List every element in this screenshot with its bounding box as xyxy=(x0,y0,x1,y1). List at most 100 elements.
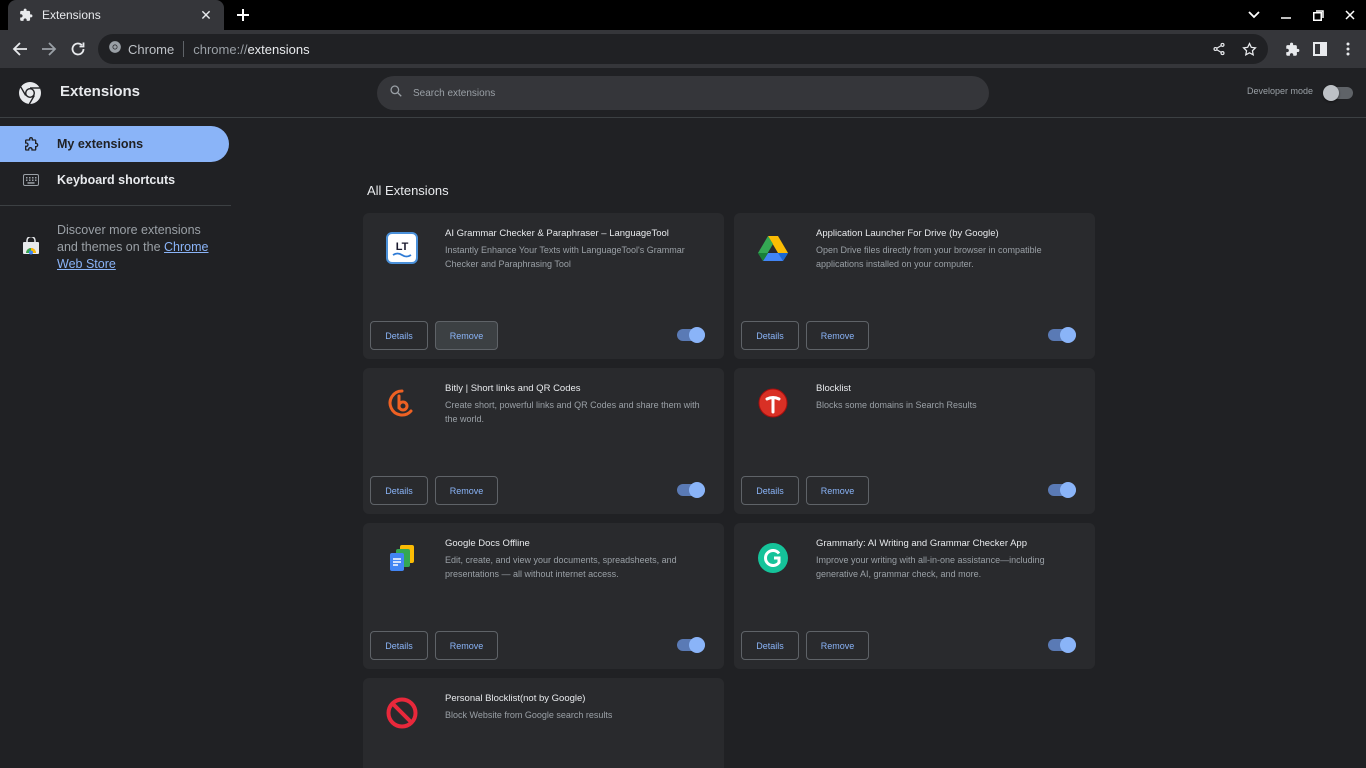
extension-description: Create short, powerful links and QR Code… xyxy=(445,400,700,424)
chrome-web-store-link[interactable]: Chrome xyxy=(164,240,208,254)
tab-strip: Extensions ✕ xyxy=(0,0,1366,30)
back-button[interactable] xyxy=(6,35,34,63)
toggle-knob xyxy=(689,637,705,653)
sidebar: My extensions Keyboard shortcuts Discove… xyxy=(0,118,232,271)
extension-enable-toggle[interactable] xyxy=(677,637,705,653)
toggle-knob xyxy=(689,327,705,343)
extension-enable-toggle[interactable] xyxy=(677,327,705,343)
search-input[interactable] xyxy=(413,87,953,99)
url-scheme: chrome:// xyxy=(193,41,248,57)
extension-name: AI Grammar Checker & Paraphraser – Langu… xyxy=(445,228,669,239)
omnibox-actions xyxy=(1202,36,1262,62)
discover-text: Discover more extensions and themes on t… xyxy=(57,222,222,273)
minimize-button[interactable] xyxy=(1270,0,1302,30)
puzzle-icon xyxy=(18,7,34,23)
sidebar-item-my-extensions[interactable]: My extensions xyxy=(0,126,229,162)
details-button[interactable]: Details xyxy=(370,321,428,350)
languagetool-icon: LT xyxy=(385,231,419,265)
extension-description: Blocks some domains in Search Results xyxy=(816,400,977,410)
details-button[interactable]: Details xyxy=(741,631,799,660)
details-button[interactable]: Details xyxy=(741,476,799,505)
minimize-icon xyxy=(1281,17,1291,19)
toggle-knob xyxy=(1060,482,1076,498)
extension-card: Application Launcher For Drive (by Googl… xyxy=(734,213,1095,359)
google-docs-offline-icon xyxy=(385,541,419,575)
more-vert-icon xyxy=(1346,42,1350,56)
chrome-logo-icon xyxy=(18,81,42,105)
bookmark-button[interactable] xyxy=(1236,36,1262,62)
star-icon xyxy=(1241,41,1257,56)
side-panel-icon xyxy=(1313,42,1327,56)
prohibited-icon xyxy=(385,696,419,730)
extensions-button[interactable] xyxy=(1278,35,1306,63)
share-button[interactable] xyxy=(1206,36,1232,62)
restore-icon xyxy=(1312,9,1324,21)
extension-card: Grammarly: AI Writing and Grammar Checke… xyxy=(734,523,1095,669)
extension-card: Google Docs Offline Edit, create, and vi… xyxy=(363,523,724,669)
blocklist-icon xyxy=(756,386,790,420)
omnibox-divider xyxy=(183,41,185,57)
share-icon xyxy=(1213,42,1225,56)
remove-button[interactable]: Remove xyxy=(435,321,498,350)
remove-button[interactable]: Remove xyxy=(435,631,498,660)
remove-button[interactable]: Remove xyxy=(806,321,869,350)
window-controls xyxy=(1238,0,1366,30)
bitly-icon xyxy=(385,386,419,420)
extension-description: Open Drive files directly from your brow… xyxy=(816,245,1042,269)
plus-icon xyxy=(237,9,249,21)
close-icon xyxy=(1345,10,1355,20)
extension-description: Block Website from Google search results xyxy=(445,710,613,720)
extension-name: Blocklist xyxy=(816,383,851,394)
tab-title: Extensions xyxy=(42,8,101,22)
side-panel-button[interactable] xyxy=(1306,35,1334,63)
sidebar-divider xyxy=(0,205,231,206)
menu-button[interactable] xyxy=(1334,35,1362,63)
remove-button[interactable]: Remove xyxy=(435,476,498,505)
site-chip: Chrome xyxy=(128,41,175,57)
details-button[interactable]: Details xyxy=(370,476,428,505)
chrome-icon[interactable] xyxy=(108,40,122,59)
toggle-knob xyxy=(1323,85,1339,101)
extension-card: Bitly | Short links and QR Codes Create … xyxy=(363,368,724,514)
toggle-knob xyxy=(1060,637,1076,653)
tab-search-button[interactable] xyxy=(1238,0,1270,30)
extension-outline-icon xyxy=(22,135,40,153)
remove-button[interactable]: Remove xyxy=(806,476,869,505)
extension-enable-toggle[interactable] xyxy=(1048,327,1076,343)
extension-description: Improve your writing with all-in-one ass… xyxy=(816,555,1045,579)
grammarly-icon xyxy=(756,541,790,575)
extension-enable-toggle[interactable] xyxy=(677,482,705,498)
discover-section: Discover more extensions and themes on t… xyxy=(22,222,222,273)
close-tab-icon[interactable]: ✕ xyxy=(198,7,214,23)
extension-enable-toggle[interactable] xyxy=(1048,637,1076,653)
new-tab-button[interactable] xyxy=(232,4,254,26)
reload-button[interactable] xyxy=(64,35,92,63)
extension-name: Application Launcher For Drive (by Googl… xyxy=(816,228,999,239)
toolbar-actions xyxy=(1278,35,1362,63)
restore-button[interactable] xyxy=(1302,0,1334,30)
page-header: Extensions Developer mode xyxy=(0,68,1366,118)
sidebar-item-keyboard-shortcuts[interactable]: Keyboard shortcuts xyxy=(0,162,229,198)
developer-mode-toggle[interactable] xyxy=(1323,85,1353,101)
toggle-knob xyxy=(689,482,705,498)
remove-button[interactable]: Remove xyxy=(806,631,869,660)
details-button[interactable]: Details xyxy=(741,321,799,350)
search-box[interactable] xyxy=(377,76,989,110)
tab-extensions[interactable]: Extensions ✕ xyxy=(8,0,224,30)
section-title: All Extensions xyxy=(367,183,449,198)
extension-card: Personal Blocklist(not by Google) Block … xyxy=(363,678,724,768)
chrome-web-store-icon xyxy=(22,235,40,255)
extension-name: Personal Blocklist(not by Google) xyxy=(445,693,586,704)
extension-enable-toggle[interactable] xyxy=(1048,482,1076,498)
extension-name: Grammarly: AI Writing and Grammar Checke… xyxy=(816,538,1027,549)
svg-text:LT: LT xyxy=(396,241,409,253)
url-host: extensions xyxy=(247,41,310,57)
address-bar[interactable]: Chrome chrome://extensions xyxy=(98,34,1268,64)
browser-toolbar: Chrome chrome://extensions xyxy=(0,30,1366,68)
forward-button[interactable] xyxy=(35,35,63,63)
sidebar-item-label: Keyboard shortcuts xyxy=(57,173,176,187)
web-store-link[interactable]: Web Store xyxy=(57,257,116,271)
details-button[interactable]: Details xyxy=(370,631,428,660)
close-window-button[interactable] xyxy=(1334,0,1366,30)
keyboard-icon xyxy=(22,171,40,189)
